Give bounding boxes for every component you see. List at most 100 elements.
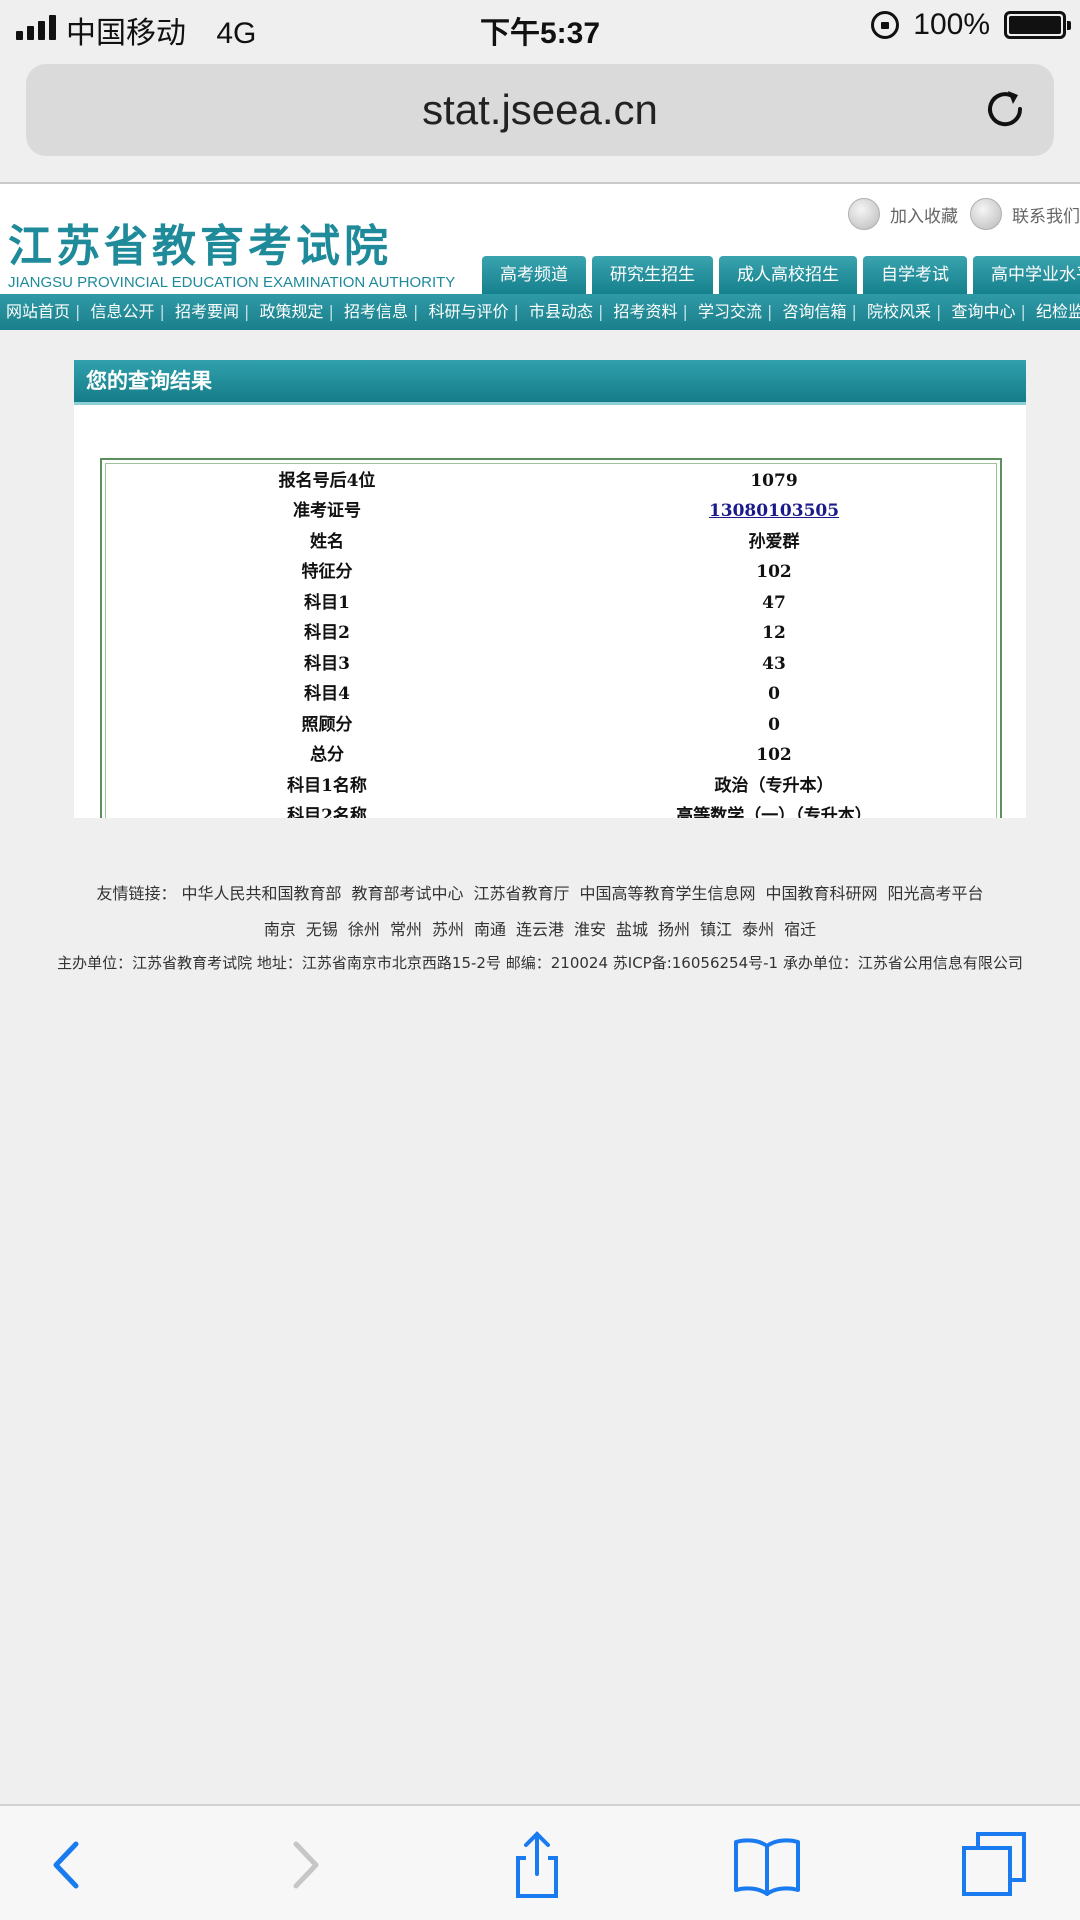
friend-link[interactable]: 中国教育科研网 [766,884,878,903]
row-label: 准考证号 [293,501,361,521]
bookmark-icon [848,198,880,230]
reload-icon[interactable] [982,86,1028,132]
share-icon[interactable] [502,1830,572,1900]
row-value: 政治（专升本） [714,776,834,796]
row-value: 102 [756,562,792,582]
address-bar[interactable]: stat.jseea.cn [26,64,1054,156]
url-text[interactable]: stat.jseea.cn [26,86,1054,134]
row-label: 科目3 [304,654,350,674]
city-link[interactable]: 宿迁 [784,920,816,939]
home-icon [970,198,1002,230]
table-row: 姓名 孙爱群 [106,527,1000,557]
logo-english: JIANGSU PROVINCIAL EDUCATION EXAMINATION… [8,274,456,291]
channel-tabs: 高考频道 研究生招生 成人高校招生 自学考试 高中学业水平测试 [482,256,1080,294]
friend-links-label: 友情链接： [96,884,177,903]
row-label: 总分 [310,745,344,765]
table-row: 科目1 47 [106,588,1000,618]
row-label: 报名号后4位 [278,471,376,491]
row-value: 1079 [750,471,798,491]
back-icon[interactable] [32,1830,102,1900]
tab-academic-test[interactable]: 高中学业水平测试 [973,256,1080,294]
nav-item-complaints[interactable]: 纪检监察投诉举报 [1036,302,1080,321]
city-link[interactable]: 南京 [264,920,296,939]
tab-gaokao[interactable]: 高考频道 [482,256,586,294]
status-right: 100% [871,8,1071,42]
row-label: 科目2名称 [287,806,367,818]
friend-link[interactable]: 中华人民共和国教育部 [181,884,341,903]
row-label: 科目1 [304,593,350,613]
forward-icon[interactable] [270,1830,340,1900]
nav-item-schools[interactable]: 院校风采 [867,302,931,321]
phone-screen: 中国移动 4G 下午5:37 100% stat.jseea.cn 江苏省教育考… [0,0,1080,1920]
nav-item-local[interactable]: 市县动态 [529,302,593,321]
nav-item-exchange[interactable]: 学习交流 [698,302,762,321]
row-value: 47 [762,593,786,613]
battery-icon [1004,11,1071,39]
nav-item-info[interactable]: 信息公开 [91,302,155,321]
table-row: 准考证号 13080103505 [106,496,1000,526]
table-row: 科目3 43 [106,649,1000,679]
row-value: 102 [756,745,792,765]
friend-link[interactable]: 中国高等教育学生信息网 [580,884,756,903]
status-bar: 中国移动 4G 下午5:37 100% [0,0,1080,54]
friend-link[interactable]: 江苏省教育厅 [473,884,569,903]
row-label: 姓名 [310,532,344,552]
city-link[interactable]: 常州 [390,920,422,939]
site-logo[interactable]: 江苏省教育考试院 JIANGSU PROVINCIAL EDUCATION EX… [8,210,455,291]
browser-toolbar [0,1804,1080,1920]
row-label: 特征分 [301,562,353,582]
row-label: 科目4 [304,684,350,704]
row-value: 0 [768,684,780,704]
bookmarks-icon[interactable] [732,1830,802,1900]
battery-percent: 100% [913,8,990,41]
tab-adult[interactable]: 成人高校招生 [719,256,857,294]
city-link[interactable]: 无锡 [306,920,338,939]
table-row: 科目2 12 [106,618,1000,648]
city-link[interactable]: 扬州 [658,920,690,939]
panel-stripe [74,402,1026,405]
table-row: 特征分 102 [106,557,1000,587]
nav-item-query[interactable]: 查询中心 [952,302,1016,321]
row-label: 科目1名称 [287,776,367,796]
admission-number-link[interactable]: 13080103505 [548,496,1000,526]
contact-label: 联系我们 [1012,206,1080,227]
friend-link[interactable]: 阳光高考平台 [888,884,984,903]
city-link[interactable]: 南通 [474,920,506,939]
friend-links: 友情链接： 中华人民共和国教育部 教育部考试中心 江苏省教育厅 中国高等教育学生信息网中… [0,880,1080,904]
row-label: 照顾分 [301,715,353,735]
city-link[interactable]: 徐州 [348,920,380,939]
city-link[interactable]: 泰州 [742,920,774,939]
nav-item-news[interactable]: 招考要闻 [175,302,239,321]
friend-link[interactable]: 教育部考试中心 [351,884,463,903]
nav-item-materials[interactable]: 招考资料 [614,302,678,321]
city-link[interactable]: 淮安 [574,920,606,939]
nav-item-mailbox[interactable]: 咨询信箱 [783,302,847,321]
row-value: 0 [768,715,780,735]
result-panel: 您的查询结果 报名号后4位 1079 准考证号 13080103505 姓名 孙爱群 … [74,360,1026,818]
row-label: 科目2 [304,623,350,643]
nav-item-research[interactable]: 科研与评价 [429,302,509,321]
city-link[interactable]: 苏州 [432,920,464,939]
contact-link[interactable]: 联系我们 [970,198,1080,230]
city-link[interactable]: 盐城 [616,920,648,939]
result-table-inner: 报名号后4位 1079 准考证号 13080103505 姓名 孙爱群 特征分 102 … [105,463,997,818]
bookmark-link[interactable]: 加入收藏 [848,198,958,230]
main-nav: 网站首页 | 信息公开 | 招考要闻 | 政策规定 | 招考信息 | 科研与评价 | 市县动… [0,294,1080,330]
tabs-icon[interactable] [960,1830,1030,1900]
tab-graduate[interactable]: 研究生招生 [592,256,713,294]
city-link[interactable]: 连云港 [516,920,564,939]
nav-item-home[interactable]: 网站首页 [6,302,70,321]
nav-item-policy[interactable]: 政策规定 [260,302,324,321]
nav-item-admission[interactable]: 招考信息 [344,302,408,321]
row-value: 高等数学（一）（专升本） [676,806,872,818]
tab-self-study[interactable]: 自学考试 [863,256,967,294]
table-row: 科目2名称 高等数学（一）（专升本） [106,801,1000,818]
city-link[interactable]: 镇江 [700,920,732,939]
row-value: 孙爱群 [748,532,800,552]
bookmark-label: 加入收藏 [890,206,958,227]
result-table: 报名号后4位 1079 准考证号 13080103505 姓名 孙爱群 特征分 102 … [100,458,1002,818]
site-header: 江苏省教育考试院 JIANGSU PROVINCIAL EDUCATION EX… [0,184,1080,294]
site-info: 主办单位：江苏省教育考试院 地址：江苏省南京市北京西路15-2号 邮编：2100… [57,954,1023,972]
table-row: 科目1名称 政治（专升本） [106,771,1000,801]
header-links: 加入收藏 联系我们 [848,198,1080,230]
